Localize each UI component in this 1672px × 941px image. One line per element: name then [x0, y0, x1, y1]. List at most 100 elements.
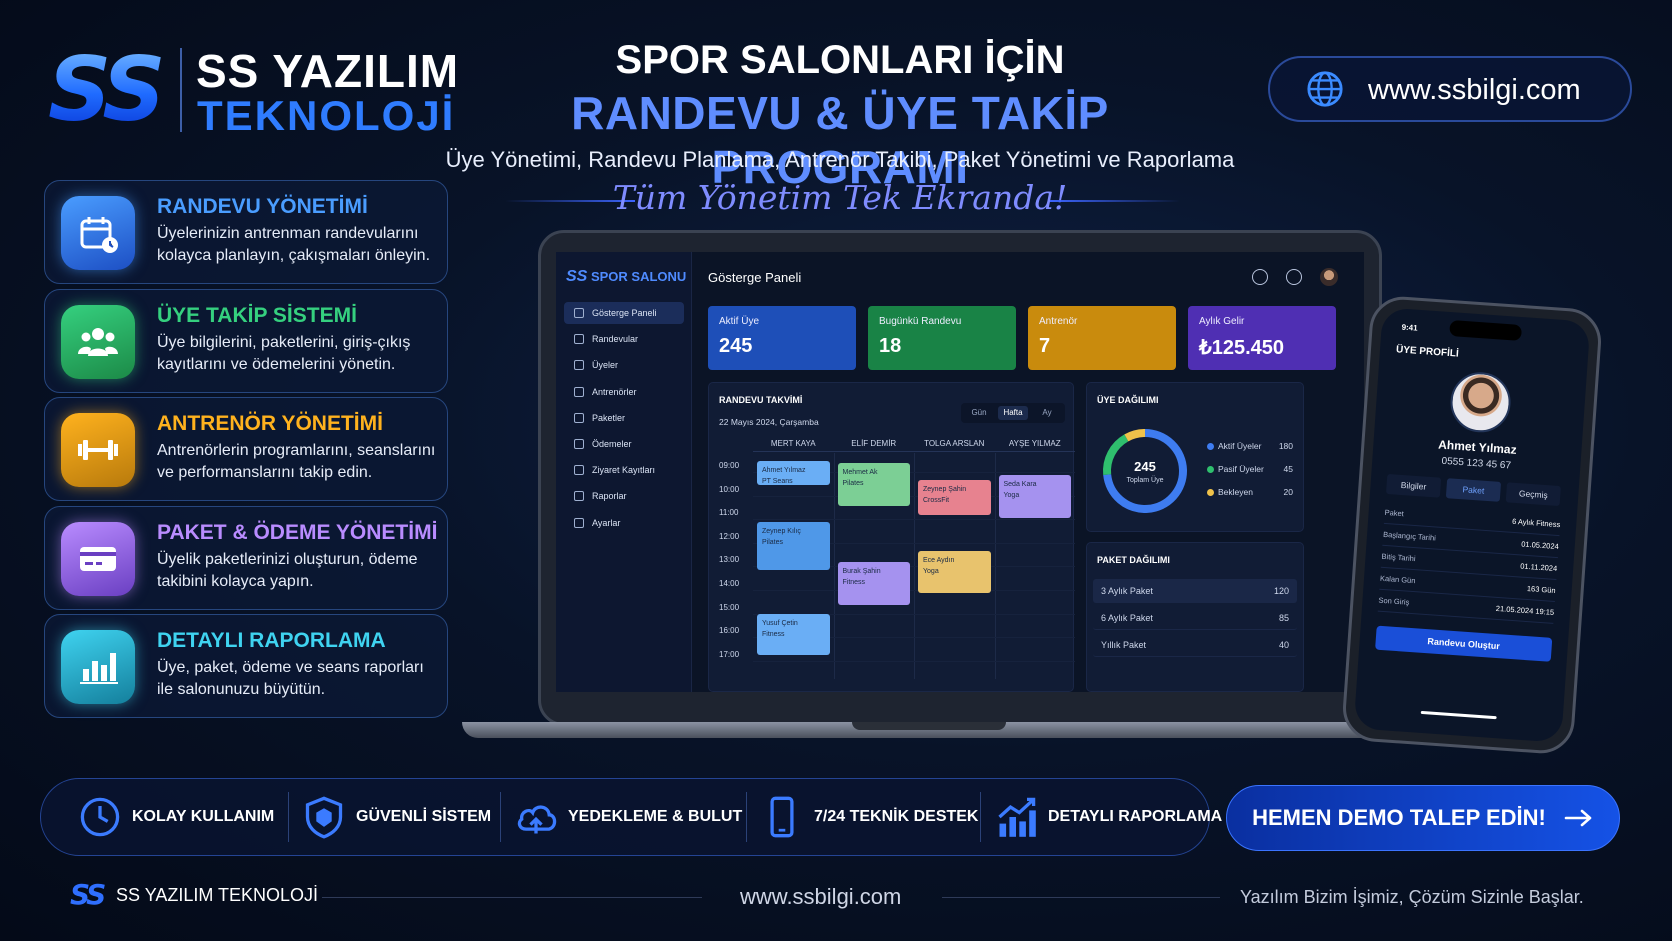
view-tab-3[interactable]: Ay [1032, 406, 1062, 420]
event-type: Yoga [1003, 492, 1020, 500]
hour-label: 15:00 [719, 602, 740, 612]
hour-line [753, 519, 1075, 521]
kpi-card-1[interactable]: Aktif Üye 245 [708, 306, 856, 370]
legend-label: Aktif Üyeler [1218, 441, 1262, 451]
appointment-event[interactable]: Mehmet Ak Pilates [837, 463, 910, 506]
feature-card-5: DETAYLI RAPORLAMA Üye, paket, ödeme ve se… [44, 614, 448, 718]
kpi-card-3[interactable]: Antrenör 7 [1028, 306, 1176, 370]
sidebar-item-8[interactable]: Raporlar [564, 485, 684, 507]
kpi-card-2[interactable]: Bugünkü Randevu 18 [868, 306, 1016, 370]
sidebar-item-5[interactable]: Paketler [564, 407, 684, 429]
event-type: Fitness [762, 631, 785, 639]
feature-description: Üyelerinizin antrenman randevularını kol… [157, 225, 431, 264]
feature-title: PAKET & ÖDEME YÖNETİMİ [157, 520, 438, 544]
home-indicator [1420, 710, 1497, 720]
headline-line1: SPOR SALONLARI İÇİN [615, 38, 1065, 82]
appointment-event[interactable]: Ahmet Yılmaz PT Seans [757, 461, 830, 485]
sidebar-item-7[interactable]: Ziyaret Kayıtları [564, 459, 684, 481]
footer-slogan: Yazılım Bizim İşimiz, Çözüm Sizinle Başl… [1240, 887, 1584, 907]
event-member: Seda Kara [1003, 481, 1037, 489]
sidebar-item-9[interactable]: Ayarlar [564, 512, 684, 534]
hour-label: 11:00 [719, 508, 739, 518]
demo-request-label: HEMEN DEMO TALEP EDİN! [1252, 805, 1546, 830]
profile-key: Paket [1384, 507, 1405, 519]
appointment-event[interactable]: Zeynep Kılıç Pilates [757, 522, 830, 570]
trainer-column-header: ELİF DEMİR [851, 439, 897, 448]
distribution-total-label: Toplam Üye [1126, 477, 1164, 484]
phone-tab-1[interactable]: Bilgiler [1385, 473, 1442, 498]
menu-icon [574, 334, 584, 345]
brand-name: SS YAZILIM [196, 45, 460, 97]
kpi-card-4[interactable]: Aylık Gelir ₺125.450 [1188, 306, 1336, 370]
kpi-value: 7 [1039, 335, 1051, 357]
benefit-label: GÜVENLİ SİSTEM [356, 808, 492, 825]
sidebar-item-3[interactable]: Üyeler [564, 354, 684, 376]
view-tab-2[interactable]: Hafta [998, 406, 1028, 420]
view-tab-1[interactable]: Gün [964, 406, 994, 420]
clock-icon [80, 797, 120, 837]
footer-website[interactable]: www.ssbilgi.com [740, 884, 901, 910]
package-name: 3 Aylık Paket [1101, 586, 1153, 596]
sidebar-item-4[interactable]: Antrenörler [564, 381, 684, 403]
feature-title: ANTRENÖR YÖNETİMİ [157, 412, 383, 435]
avatar[interactable] [1320, 268, 1338, 286]
laptop-screen: SS SPOR SALONU Gösterge Paneli Randevular… [556, 252, 1364, 692]
phone-tab-3[interactable]: Geçmiş [1505, 482, 1561, 507]
sidebar-item-6[interactable]: Ödemeler [564, 433, 684, 455]
headline-subtitle: Üye Yönetimi, Randevu Planlama, Antrenör… [445, 147, 1235, 172]
sidebar-item-label: Ayarlar [592, 517, 621, 528]
hour-label: 10:00 [719, 484, 740, 494]
event-type: PT Seans [762, 478, 793, 485]
feature-title: ÜYE TAKİP SİSTEMİ [157, 303, 357, 327]
phone-title: ÜYE PROFİLİ [1395, 344, 1460, 360]
appointment-event[interactable]: Burak Şahin Fitness [837, 562, 910, 605]
legend-label: Pasif Üyeler [1218, 464, 1264, 474]
feature-title: RANDEVU YÖNETİMİ [157, 195, 368, 218]
sidebar-item-label: Raporlar [592, 491, 627, 502]
feature-card-2: ÜYE TAKİP SİSTEMİ Üye bilgilerini, paketl… [44, 288, 448, 393]
benefit-label: YEDEKLEME & BULUT [568, 808, 743, 825]
kpi-value: ₺125.450 [1199, 337, 1285, 359]
profile-value: 6 Aylık Fitness [1511, 516, 1561, 530]
appointment-event[interactable]: Seda Kara Yoga [998, 475, 1071, 518]
sidebar-item-label: Randevular [592, 334, 639, 345]
legend-dot [1207, 466, 1214, 473]
benefit-separator [288, 792, 289, 842]
appointment-event[interactable]: Ece Aydın Yoga [918, 550, 991, 594]
profile-value: 163 Gün [1526, 583, 1556, 595]
notification-icon[interactable] [1252, 269, 1268, 285]
create-appointment-button[interactable]: Randevu Oluştur [1375, 625, 1553, 662]
sidebar-item-1[interactable]: Gösterge Paneli [564, 302, 684, 324]
member-avatar [1448, 370, 1513, 435]
packages-title: PAKET DAĞILIMI [1097, 555, 1170, 565]
app-logo-text: SPOR SALONU [590, 269, 687, 284]
feature-description: Üyelik paketlerinizi oluşturun, ödeme ta… [157, 550, 418, 590]
distribution-title: ÜYE DAĞILIMI [1097, 395, 1159, 405]
hour-line [753, 590, 1075, 591]
hour-label: 16:00 [719, 626, 740, 636]
menu-icon [574, 465, 584, 476]
page-title: Gösterge Paneli [708, 270, 802, 285]
profile-key: Son Giriş [1378, 595, 1410, 607]
cloud-upload-icon [517, 805, 557, 834]
appointment-event[interactable]: Zeynep Şahin CrossFit [918, 479, 991, 516]
phone-time: 9:41 [1401, 322, 1418, 333]
phone-tab-2[interactable]: Paket [1445, 478, 1502, 502]
laptop-notch [852, 722, 1006, 730]
trainer-column-header: MERT KAYA [770, 439, 816, 448]
benefit-separator [500, 792, 501, 842]
feature-description: Antrenörlerin programlarını, seanslarını… [157, 442, 436, 481]
trainer-column-header: TOLGA ARSLAN [924, 439, 985, 448]
event-member: Ahmet Yılmaz [762, 467, 806, 474]
demo-request-button[interactable]: HEMEN DEMO TALEP EDİN! [1226, 785, 1620, 851]
kpi-label: Aylık Gelir [1199, 316, 1245, 327]
shield-icon [305, 796, 343, 839]
user-icon[interactable] [1286, 269, 1302, 285]
profile-key: Başlangıç Tarihi [1382, 529, 1437, 543]
growth-chart-icon [998, 797, 1036, 837]
website-link[interactable]: www.ssbilgi.com [1368, 74, 1581, 107]
sidebar-item-2[interactable]: Randevular [564, 328, 684, 350]
package-name: 6 Aylık Paket [1101, 613, 1153, 623]
appointment-event[interactable]: Yusuf Çetin Fitness [757, 614, 830, 655]
kpi-value: 18 [879, 335, 902, 357]
